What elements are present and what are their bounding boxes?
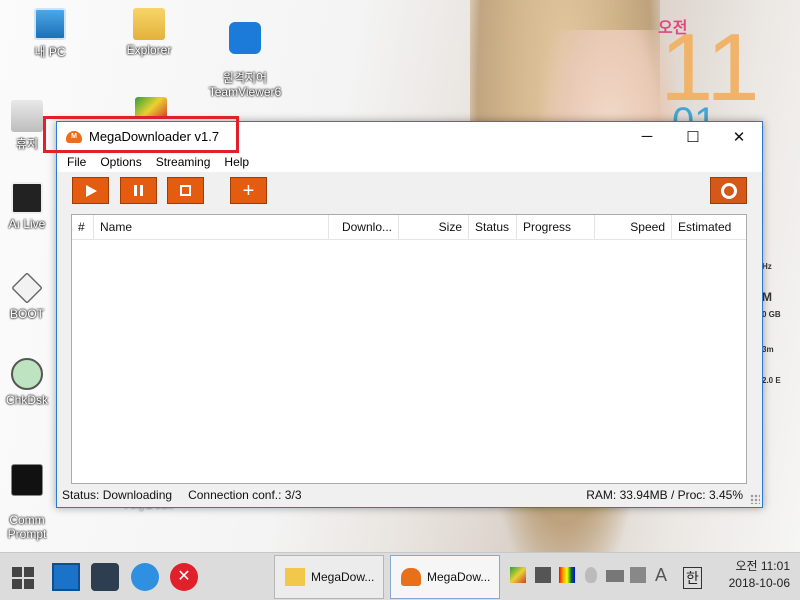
column-downloaded[interactable]: Downlo... bbox=[329, 215, 399, 239]
teamviewer-icon bbox=[229, 22, 261, 54]
plus-icon: + bbox=[242, 179, 255, 202]
desktop-icon-boot[interactable]: BOOT bbox=[2, 272, 52, 321]
taskbar-clock[interactable]: 오전 11:01 2018-10-06 bbox=[729, 558, 790, 592]
menu-streaming[interactable]: Streaming bbox=[149, 155, 218, 169]
column-progress[interactable]: Progress bbox=[517, 215, 595, 239]
desktop-icon-ailive[interactable]: Aı Live bbox=[2, 182, 52, 231]
disk-icon bbox=[11, 182, 43, 214]
status-connection: Connection conf.: 3/3 bbox=[188, 488, 302, 502]
tray-color-icon[interactable] bbox=[559, 567, 575, 583]
settings-button[interactable] bbox=[710, 177, 747, 204]
desktop-icon-cmd[interactable]: Comm Prompt bbox=[2, 450, 52, 555]
desktop-icon-explorer[interactable]: Explorer bbox=[104, 8, 194, 57]
column-status[interactable]: Status bbox=[469, 215, 517, 239]
title-highlight-box bbox=[43, 116, 239, 153]
column-size[interactable]: Size bbox=[399, 215, 469, 239]
resize-grip-icon[interactable] bbox=[750, 494, 760, 504]
close-circle-icon[interactable]: ✕ bbox=[170, 563, 198, 591]
tray-network-icon[interactable] bbox=[535, 567, 551, 583]
refresh-icon[interactable] bbox=[131, 563, 159, 591]
tray-ime-indicator[interactable]: 한 bbox=[683, 567, 702, 589]
play-button[interactable] bbox=[72, 177, 109, 204]
side-info-3: 0 GB bbox=[762, 310, 781, 319]
minimize-button[interactable]: ─ bbox=[624, 122, 670, 151]
menu-options[interactable]: Options bbox=[93, 155, 148, 169]
desktop-icon-teamviewer[interactable]: 원격지어 TeamViewer6 bbox=[200, 8, 290, 113]
desktop-icon-label: Comm Prompt bbox=[7, 513, 47, 541]
megadownloader-window: M MegaDownloader v1.7 ─ ☐ ✕ File Options… bbox=[43, 116, 763, 508]
taskbar-item-folder[interactable]: MegaDow... bbox=[274, 555, 384, 599]
maximize-button[interactable]: ☐ bbox=[670, 122, 716, 151]
menu-bar: File Options Streaming Help bbox=[57, 151, 762, 172]
play-icon bbox=[85, 184, 97, 197]
title-bar[interactable]: M MegaDownloader v1.7 ─ ☐ ✕ bbox=[43, 116, 762, 153]
tray-lang-indicator[interactable]: A bbox=[655, 565, 667, 586]
recycle-bin-icon bbox=[11, 100, 43, 132]
status-bar: Status: Downloading Connection conf.: 3/… bbox=[57, 483, 762, 507]
toolbar: + bbox=[57, 172, 762, 209]
desktop-icon-label: Aı Live bbox=[8, 217, 46, 231]
pause-icon bbox=[134, 185, 143, 196]
megadownloader-icon bbox=[401, 568, 421, 586]
side-info-4: 3m bbox=[762, 345, 774, 354]
side-info-1: Hz bbox=[762, 262, 772, 271]
folder-icon bbox=[133, 8, 165, 40]
tray-battery-icon[interactable] bbox=[606, 570, 624, 582]
taskbar-date: 2018-10-06 bbox=[728, 576, 790, 590]
desktop-icon-label: Explorer bbox=[126, 43, 172, 57]
column-speed[interactable]: Speed bbox=[595, 215, 672, 239]
desktop-icon-chkdsk[interactable]: ChkDsk bbox=[2, 358, 52, 407]
chkdsk-icon bbox=[11, 358, 43, 390]
gear-icon bbox=[720, 182, 737, 199]
menu-file[interactable]: File bbox=[60, 155, 93, 169]
side-info-2: M bbox=[762, 290, 772, 304]
download-list-header: # Name Downlo... Size Status Progress Sp… bbox=[72, 215, 746, 240]
taskbar: ✕ MegaDow... MegaDow... A 한 오전 11:01 201… bbox=[0, 552, 800, 600]
side-info-5: 2.0 E bbox=[762, 376, 781, 385]
column-estimated[interactable]: Estimated bbox=[672, 215, 746, 239]
close-button[interactable]: ✕ bbox=[716, 122, 762, 151]
tray-volume-muted-icon[interactable] bbox=[630, 567, 646, 583]
desktop-icon-my-pc[interactable]: 내 PC bbox=[5, 8, 95, 60]
tray-drop-icon[interactable] bbox=[585, 567, 597, 583]
column-number[interactable]: # bbox=[72, 215, 94, 239]
status-resources: RAM: 33.94MB / Proc: 3.45% bbox=[586, 488, 743, 502]
status-state: Status: Downloading bbox=[62, 488, 173, 502]
taskbar-item-label: MegaDow... bbox=[427, 570, 491, 584]
taskbar-item-label: MegaDow... bbox=[311, 570, 375, 584]
add-button[interactable]: + bbox=[230, 177, 267, 204]
desktop-icon-label: ChkDsk bbox=[5, 393, 48, 407]
desktop-icon-label: 원격지어 TeamViewer6 bbox=[208, 71, 282, 99]
stop-button[interactable] bbox=[167, 177, 204, 204]
folder-icon bbox=[285, 568, 305, 586]
column-name[interactable]: Name bbox=[94, 215, 329, 239]
taskbar-time: 오전 11:01 bbox=[735, 559, 790, 573]
desktop-icon-label: BOOT bbox=[9, 307, 44, 321]
desktop-icon-label: 내 PC bbox=[34, 45, 66, 59]
menu-help[interactable]: Help bbox=[217, 155, 256, 169]
tray-chart-icon[interactable] bbox=[510, 567, 526, 583]
explorer-search-icon[interactable] bbox=[91, 563, 119, 591]
download-list[interactable]: # Name Downlo... Size Status Progress Sp… bbox=[71, 214, 747, 484]
windows-start-icon[interactable] bbox=[12, 567, 34, 589]
computer-icon bbox=[34, 8, 66, 40]
cmd-icon bbox=[11, 464, 43, 496]
stop-icon bbox=[180, 185, 191, 196]
boot-icon bbox=[11, 272, 43, 304]
pause-button[interactable] bbox=[120, 177, 157, 204]
desktop-show-icon[interactable] bbox=[52, 563, 80, 591]
taskbar-item-megadownloader[interactable]: MegaDow... bbox=[390, 555, 500, 599]
